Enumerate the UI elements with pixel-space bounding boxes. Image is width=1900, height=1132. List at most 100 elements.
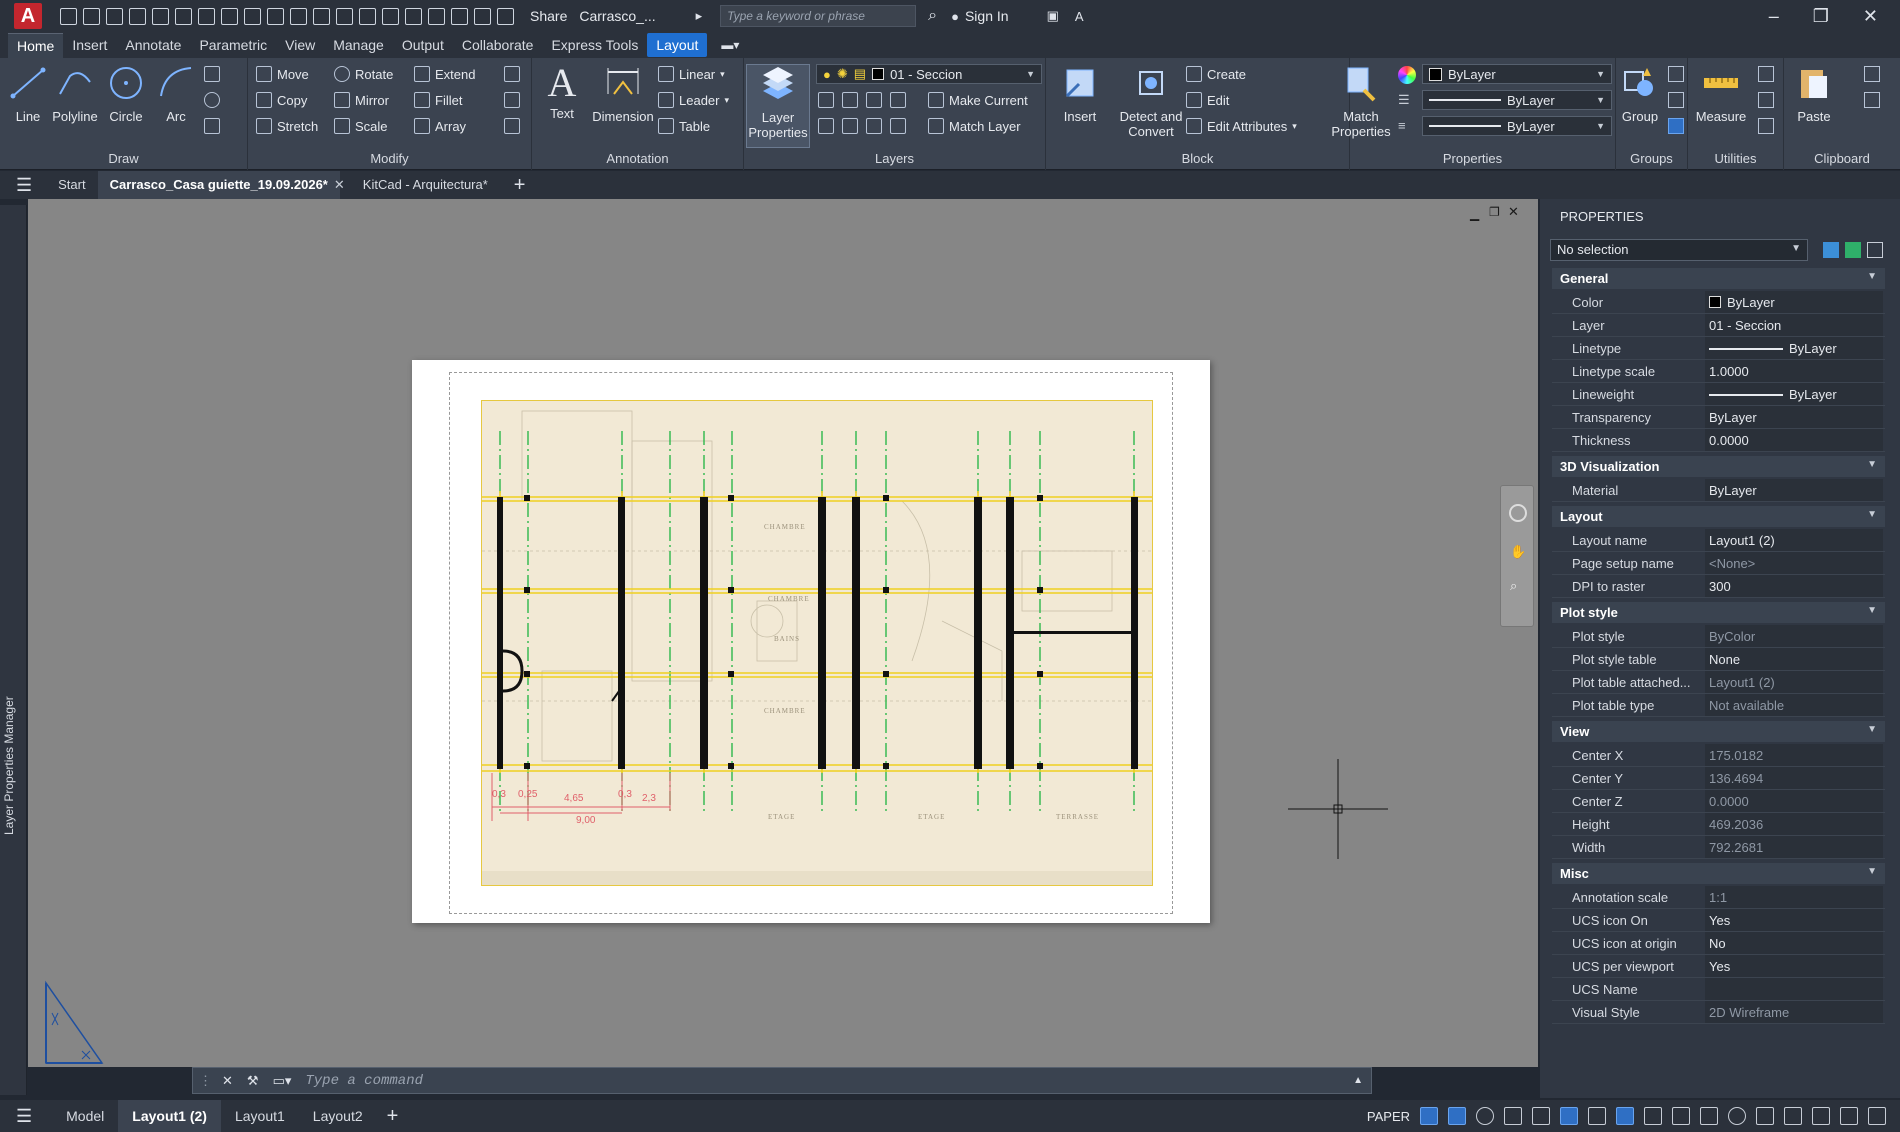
leader-dropdown-icon[interactable]: ▾ <box>724 95 729 106</box>
property-value[interactable]: 2D Wireframe <box>1705 1001 1883 1023</box>
toggle-pickadd-icon[interactable] <box>1823 242 1839 258</box>
property-value[interactable]: Layout1 (2) <box>1705 529 1883 551</box>
tab-extra-dropdown[interactable]: ▬▾ <box>721 38 739 52</box>
linear-button[interactable]: Linear ▾ <box>658 66 725 82</box>
collapse-icon[interactable]: ▼ <box>1867 724 1877 735</box>
property-value[interactable]: 0.0000 <box>1705 790 1883 812</box>
snap-grid-icon[interactable] <box>1420 1107 1438 1125</box>
paper-space-toggle[interactable]: PAPER <box>1367 1109 1410 1124</box>
tab-manage[interactable]: Manage <box>324 33 393 57</box>
offset-button[interactable] <box>504 118 520 134</box>
property-value[interactable]: 1.0000 <box>1705 360 1883 382</box>
cut-icon[interactable] <box>1864 92 1880 108</box>
fillet-button[interactable]: Fillet <box>414 92 462 108</box>
measure-icon[interactable] <box>474 7 491 25</box>
create-block-button[interactable]: Create <box>1186 66 1246 82</box>
search-icon[interactable]: ⌕ <box>928 7 937 25</box>
edit-attributes-dropdown-icon[interactable]: ▾ <box>1292 121 1297 132</box>
tab-express-tools[interactable]: Express Tools <box>542 33 647 57</box>
edit-attributes-button[interactable]: Edit Attributes ▾ <box>1186 118 1297 134</box>
status-menu-icon[interactable]: ☰ <box>16 1106 32 1127</box>
property-value[interactable]: 175.0182 <box>1705 744 1883 766</box>
settings-gear-icon[interactable] <box>1728 1107 1746 1125</box>
property-value[interactable]: 1:1 <box>1705 886 1883 908</box>
property-value[interactable]: None <box>1705 648 1883 670</box>
match-properties-button[interactable]: Match Properties <box>1330 64 1392 139</box>
erase-button[interactable] <box>504 66 520 82</box>
group-edit-icon[interactable] <box>1668 92 1684 108</box>
selection-cycling-icon[interactable] <box>1644 1107 1662 1125</box>
property-value[interactable]: <None> <box>1705 552 1883 574</box>
property-value[interactable]: Yes <box>1705 955 1883 977</box>
property-value[interactable]: 792.2681 <box>1705 836 1883 858</box>
property-value[interactable]: 469.2036 <box>1705 813 1883 835</box>
property-value[interactable]: Yes <box>1705 909 1883 931</box>
make-current-button[interactable]: Make Current <box>928 92 1028 108</box>
search-input[interactable]: Type a keyword or phrase <box>720 5 917 27</box>
mirror-button[interactable]: Mirror <box>334 92 389 108</box>
undo-icon[interactable] <box>175 7 192 25</box>
pan-icon[interactable]: ✋ <box>1510 544 1526 560</box>
layer-unisolate-icon[interactable] <box>842 118 858 134</box>
circle-button[interactable]: Circle <box>104 64 148 124</box>
detect-convert-button[interactable]: Detect and Convert <box>1112 64 1190 139</box>
command-expand-icon[interactable]: ▲ <box>1353 1075 1363 1086</box>
edit-block-button[interactable]: Edit <box>1186 92 1229 108</box>
section-layout[interactable]: Layout ▼ <box>1552 506 1885 527</box>
linetype-dropdown[interactable]: ByLayer ▼ <box>1422 116 1612 136</box>
select-objects-icon[interactable] <box>1845 242 1861 258</box>
command-input[interactable]: Type a command <box>305 1073 423 1089</box>
command-customize-icon[interactable]: ⚒ <box>247 1073 259 1089</box>
utilities-panel-title[interactable]: Utilities <box>1688 151 1783 166</box>
isolate-icon[interactable] <box>1784 1107 1802 1125</box>
save-as-icon[interactable] <box>129 7 146 25</box>
maximize-icon[interactable]: ❐ <box>1813 6 1829 27</box>
arc-button[interactable]: Arc <box>156 64 196 124</box>
zoom-icon[interactable] <box>244 7 261 25</box>
collapse-icon[interactable]: ▼ <box>1867 271 1877 282</box>
collapse-icon[interactable]: ▼ <box>1867 866 1877 877</box>
navigation-bar[interactable]: ✋ ⌕ <box>1500 485 1534 627</box>
tab-parametric[interactable]: Parametric <box>190 33 276 57</box>
layer-isolate-icon[interactable] <box>842 92 858 108</box>
lineweight-toggle-icon[interactable] <box>1588 1107 1606 1125</box>
command-grip-icon[interactable]: ⋮ <box>199 1073 212 1089</box>
hatch-icon[interactable] <box>405 7 422 25</box>
matchprop-icon[interactable] <box>221 7 238 25</box>
chevron-right-icon[interactable]: ▸ <box>696 8 703 24</box>
isodraft-icon[interactable] <box>1560 1107 1578 1125</box>
tab-start[interactable]: Start <box>46 171 97 199</box>
linear-dropdown-icon[interactable]: ▾ <box>720 69 725 80</box>
customization-icon[interactable] <box>1868 1107 1886 1125</box>
calculator-icon[interactable] <box>1758 118 1774 134</box>
rectangle-icon[interactable] <box>359 7 376 25</box>
help-icon[interactable]: A <box>1075 9 1084 24</box>
property-value[interactable]: 01 - Seccion <box>1705 314 1883 336</box>
property-value[interactable]: 300 <box>1705 575 1883 597</box>
viewport-close-icon[interactable]: ✕ <box>1508 204 1519 220</box>
layer-properties-button[interactable]: Layer Properties <box>746 64 810 148</box>
close-tab-icon[interactable]: ✕ <box>334 177 345 193</box>
new-tab-icon[interactable]: + <box>514 174 526 197</box>
close-icon[interactable]: ✕ <box>1863 6 1878 27</box>
leader-button[interactable]: Leader ▾ <box>658 92 729 108</box>
measure-button[interactable]: Measure <box>1692 64 1750 124</box>
polyline-button[interactable]: Polyline <box>50 64 100 124</box>
property-value[interactable]: ByLayer <box>1705 383 1883 405</box>
match-layer-button[interactable]: Match Layer <box>928 118 1021 134</box>
layer-off-icon[interactable] <box>818 92 834 108</box>
add-layout-icon[interactable]: + <box>387 1105 399 1128</box>
viewport-restore-icon[interactable]: ❐ <box>1489 205 1500 219</box>
hardware-acceleration-icon[interactable] <box>1812 1107 1830 1125</box>
section-plot[interactable]: Plot style ▼ <box>1552 602 1885 623</box>
command-close-icon[interactable]: ✕ <box>222 1073 233 1089</box>
tab-kitcad[interactable]: KitCad - Arquitectura* <box>351 171 500 199</box>
color-wheel-icon[interactable] <box>1398 66 1416 84</box>
group-button[interactable]: Group <box>1616 64 1664 124</box>
rectangle-button[interactable] <box>204 66 220 82</box>
clean-screen-icon[interactable] <box>1840 1107 1858 1125</box>
section-misc[interactable]: Misc ▼ <box>1552 863 1885 884</box>
tab-layout[interactable]: Layout <box>647 33 708 57</box>
command-line[interactable]: ⋮ ✕ ⚒ ▭▾ Type a command ▲ <box>192 1067 1372 1094</box>
tab-view[interactable]: View <box>276 33 324 57</box>
